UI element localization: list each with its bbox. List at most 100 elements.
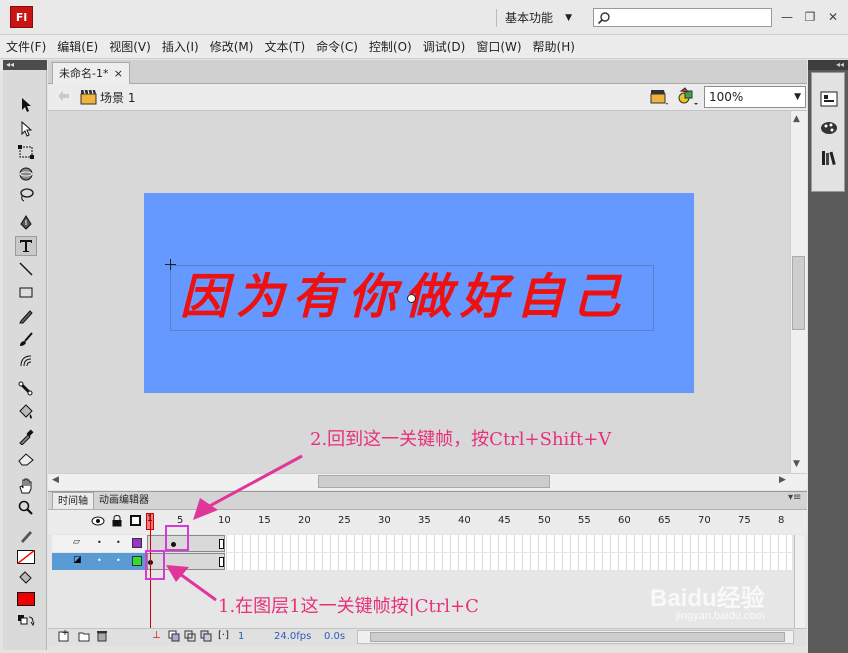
panel-icon-strip <box>811 72 845 192</box>
horizontal-scroll-thumb[interactable] <box>318 475 550 488</box>
menu-edit[interactable]: 编辑(E) <box>57 38 98 55</box>
new-layer-icon[interactable] <box>58 630 70 642</box>
eyedropper-tool-icon[interactable] <box>15 427 37 447</box>
center-frame-icon[interactable]: ⊥ <box>152 630 161 641</box>
restore-button[interactable]: ❐ <box>800 8 820 26</box>
frame-number-45: 45 <box>498 515 511 526</box>
selection-tool-icon[interactable] <box>15 95 37 115</box>
close-tab-icon[interactable]: × <box>114 63 123 84</box>
layer-row-2[interactable]: ▱ • • <box>52 535 147 552</box>
menu-commands[interactable]: 命令(C) <box>316 38 358 55</box>
scroll-up-icon[interactable]: ▲ <box>793 114 800 124</box>
scroll-down-icon[interactable]: ▼ <box>793 459 800 469</box>
edit-scene-icon[interactable] <box>650 87 670 107</box>
close-window-button[interactable]: ✕ <box>823 8 843 26</box>
rectangle-tool-icon[interactable] <box>15 283 37 303</box>
deco-tool-icon[interactable] <box>15 351 37 371</box>
zoom-tool-icon[interactable] <box>15 498 37 518</box>
menu-debug[interactable]: 调试(D) <box>423 38 466 55</box>
transform-point[interactable] <box>407 294 416 303</box>
tab-motion-editor[interactable]: 动画编辑器 <box>94 492 154 509</box>
minimize-button[interactable]: — <box>777 8 797 26</box>
paint-bucket-tool-icon[interactable] <box>15 402 37 422</box>
lasso-tool-icon[interactable] <box>15 185 37 205</box>
scene-clapper-icon <box>80 88 97 105</box>
modify-markers-icon[interactable]: [·] <box>218 630 229 641</box>
timeline-hscroll-thumb[interactable] <box>370 632 785 642</box>
help-search-input[interactable] <box>593 8 772 27</box>
eraser-tool-icon[interactable] <box>15 449 37 469</box>
timeline-vscrollbar[interactable] <box>794 535 805 628</box>
edit-multiple-frames-icon[interactable] <box>200 630 212 642</box>
visibility-dot[interactable]: • <box>97 556 102 565</box>
watermark-url: jingyan.baidu.com <box>676 610 765 622</box>
text-tool-icon[interactable] <box>15 236 37 256</box>
annotation-arrow-down <box>179 572 217 602</box>
frame-rate[interactable]: 24.0fps <box>274 631 311 642</box>
frame-number-70: 70 <box>698 515 711 526</box>
onion-skin-icon[interactable] <box>168 630 180 642</box>
tools-panel-collapse[interactable]: ◂◂ <box>3 60 47 70</box>
menu-view[interactable]: 视图(V) <box>109 38 151 55</box>
flash-logo: Fl <box>10 6 33 28</box>
frame-number-25: 25 <box>338 515 351 526</box>
edit-symbols-icon[interactable] <box>677 87 699 107</box>
library-panel-icon[interactable] <box>819 148 839 168</box>
frame-number-65: 65 <box>658 515 671 526</box>
color-panel-icon[interactable] <box>819 118 839 138</box>
visibility-dot[interactable]: • <box>97 538 102 547</box>
pencil-tool-icon[interactable] <box>15 306 37 326</box>
frame-number-40: 40 <box>458 515 471 526</box>
properties-panel-icon[interactable] <box>819 89 839 109</box>
frame-rate-value: 24.0 <box>274 631 297 642</box>
pen-tool-icon[interactable] <box>15 213 37 233</box>
menu-window[interactable]: 窗口(W) <box>476 38 521 55</box>
scroll-left-icon[interactable]: ◀ <box>52 475 59 485</box>
menu-help[interactable]: 帮助(H) <box>533 38 575 55</box>
right-panel-collapse[interactable]: ◂◂ <box>808 60 848 70</box>
show-hide-eye-icon[interactable] <box>91 515 105 527</box>
outline-icon[interactable] <box>130 515 141 526</box>
menu-modify[interactable]: 修改(M) <box>210 38 254 55</box>
layer-outline-color[interactable] <box>132 556 142 566</box>
layer-row-1[interactable]: ◪ • • <box>52 553 147 570</box>
new-folder-icon[interactable] <box>78 630 90 642</box>
menu-control[interactable]: 控制(O) <box>369 38 412 55</box>
brush-tool-icon[interactable] <box>15 329 37 349</box>
chevron-down-icon: ▼ <box>794 92 801 102</box>
menu-insert[interactable]: 插入(I) <box>162 38 199 55</box>
layer-outline-color[interactable] <box>132 538 142 548</box>
hand-tool-icon[interactable] <box>15 476 37 496</box>
vertical-scroll-thumb[interactable] <box>792 256 805 330</box>
tab-timeline[interactable]: 时间轴 <box>52 492 94 509</box>
back-arrow-icon[interactable] <box>55 88 71 104</box>
swap-colors-icon[interactable] <box>15 611 37 631</box>
elapsed-time[interactable]: 0.0s <box>324 631 345 642</box>
scene-breadcrumb[interactable]: 场景 1 <box>100 89 135 106</box>
stroke-color-icon[interactable] <box>15 526 37 546</box>
current-frame[interactable]: 1 <box>238 631 244 642</box>
line-tool-icon[interactable] <box>15 259 37 279</box>
annotation-step-2: 2.回到这一关键帧，按Ctrl+Shift+V <box>310 429 612 450</box>
bone-tool-icon[interactable] <box>15 379 37 399</box>
3d-rotation-tool-icon[interactable] <box>15 164 37 184</box>
annotation-arrowhead-up <box>193 498 218 520</box>
subselection-tool-icon[interactable] <box>15 119 37 139</box>
lock-dot[interactable]: • <box>116 556 121 565</box>
zoom-value: 100% <box>709 90 744 104</box>
onion-outlines-icon[interactable] <box>184 630 196 642</box>
panel-menu-icon[interactable]: ▾≡ <box>788 492 801 503</box>
lock-icon[interactable] <box>111 514 123 527</box>
delete-layer-icon[interactable] <box>96 630 108 642</box>
zoom-select[interactable]: 100% ▼ <box>704 86 806 108</box>
document-tab[interactable]: 未命名-1* × <box>52 62 130 84</box>
free-transform-tool-icon[interactable] <box>15 142 37 162</box>
scroll-right-icon[interactable]: ▶ <box>779 475 786 485</box>
stroke-color-swatch[interactable] <box>15 547 37 567</box>
fill-color-icon[interactable] <box>15 568 37 588</box>
workspace-switcher[interactable]: 基本功能 ▼ <box>496 9 576 27</box>
fill-color-swatch[interactable] <box>15 589 37 609</box>
menu-text[interactable]: 文本(T) <box>264 38 305 55</box>
menu-file[interactable]: 文件(F) <box>6 38 46 55</box>
lock-dot[interactable]: • <box>116 538 121 547</box>
